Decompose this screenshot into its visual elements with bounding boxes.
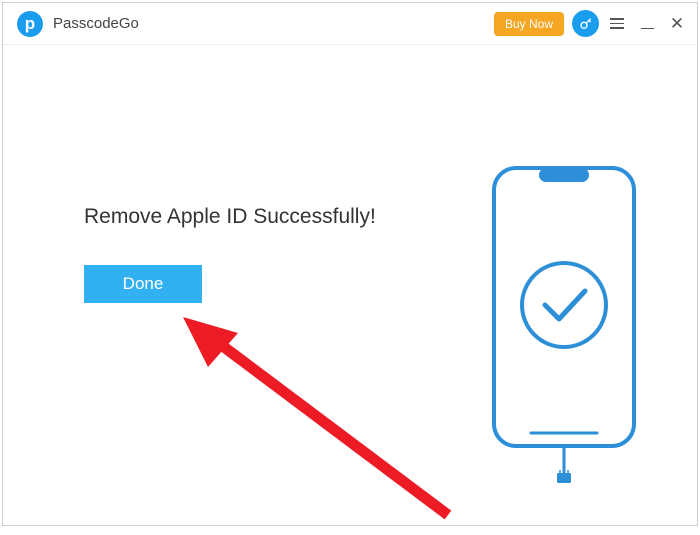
done-button[interactable]: Done (84, 265, 202, 303)
buy-now-button[interactable]: Buy Now (494, 12, 564, 36)
content-area: Remove Apple ID Successfully! Done (3, 45, 697, 525)
app-window: p PasscodeGo Buy Now ✕ Remove Apple ID S… (2, 2, 698, 526)
close-button[interactable]: ✕ (667, 14, 687, 34)
status-message: Remove Apple ID Successfully! (84, 205, 376, 229)
pointer-arrow (158, 305, 468, 535)
close-icon: ✕ (670, 14, 684, 34)
titlebar: p PasscodeGo Buy Now ✕ (3, 3, 697, 45)
minimize-button[interactable] (637, 14, 657, 34)
phone-success-illustration (491, 165, 637, 485)
key-icon (578, 16, 594, 32)
menu-button[interactable] (607, 13, 627, 34)
hamburger-icon (610, 18, 624, 20)
app-title: PasscodeGo (53, 15, 139, 32)
register-key-button[interactable] (572, 10, 599, 37)
minimize-icon (641, 28, 654, 30)
app-logo-icon: p (17, 11, 43, 37)
logo-letter: p (25, 14, 35, 34)
